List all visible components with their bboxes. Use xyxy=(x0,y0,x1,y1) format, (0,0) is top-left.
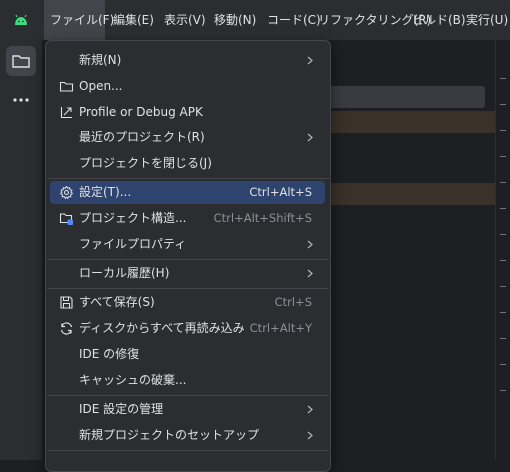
folder-icon xyxy=(59,81,74,92)
menu-item-settings[interactable]: 設定(T)... Ctrl+Alt+S xyxy=(50,181,325,204)
menu-build[interactable]: ビルド(B) xyxy=(412,0,466,40)
chevron-right-icon xyxy=(307,133,313,142)
folder-icon xyxy=(12,55,30,68)
gutter-marker xyxy=(500,104,506,105)
menu-separator xyxy=(47,259,329,260)
project-tool-button[interactable] xyxy=(6,46,36,76)
menu-item-manage-ide-settings[interactable]: IDE 設定の管理 xyxy=(50,398,325,421)
gutter-marker xyxy=(500,182,506,183)
menu-item-close-project[interactable]: プロジェクトを閉じる(J) xyxy=(50,152,325,175)
gutter-marker xyxy=(500,78,506,79)
gutter-marker xyxy=(500,390,506,391)
gutter-marker xyxy=(500,156,506,157)
gutter-marker xyxy=(500,208,506,209)
menu-item-save-all[interactable]: すべて保存(S) Ctrl+S xyxy=(50,291,325,314)
menu-item-new-project-setup[interactable]: 新規プロジェクトのセットアップ xyxy=(50,424,325,447)
gutter-marker xyxy=(500,364,506,365)
chevron-right-icon xyxy=(307,431,313,440)
editor-warning-highlight xyxy=(320,183,495,205)
more-horizontal-icon[interactable] xyxy=(11,95,31,105)
menu-item-invalidate-caches[interactable]: キャッシュの破棄... xyxy=(50,369,325,392)
gutter-marker xyxy=(500,260,506,261)
menu-edit[interactable]: 編集(E) xyxy=(113,0,154,40)
menu-separator xyxy=(47,178,329,179)
menu-run[interactable]: 実行(U) xyxy=(466,0,508,40)
gutter-marker xyxy=(500,312,506,313)
editor-line-highlight xyxy=(320,86,485,108)
main-menu-bar: ファイル(F) 編集(E) 表示(V) 移動(N) コード(C) リファクタリン… xyxy=(0,0,510,40)
gutter-marker xyxy=(500,130,506,131)
menu-item-reload-all-from-disk[interactable]: ディスクからすべて再読み込み Ctrl+Alt+Y xyxy=(50,317,325,340)
menu-item-recent-projects[interactable]: 最近のプロジェクト(R) xyxy=(50,126,325,149)
file-menu-dropdown: 新規(N) Open... Profile or Debug APK 最近のプロ… xyxy=(45,40,331,472)
menu-navigate[interactable]: 移動(N) xyxy=(214,0,256,40)
menu-item-file-properties[interactable]: ファイルプロパティ xyxy=(50,233,325,256)
menu-code[interactable]: コード(C) xyxy=(267,0,321,40)
menu-view[interactable]: 表示(V) xyxy=(164,0,206,40)
gutter-marker xyxy=(500,234,506,235)
menu-item-new[interactable]: 新規(N) xyxy=(50,49,325,72)
reload-icon xyxy=(60,322,73,335)
editor-scroll-gutter[interactable] xyxy=(495,40,510,460)
profile-apk-icon xyxy=(60,107,72,119)
left-tool-window-bar xyxy=(0,40,43,460)
chevron-right-icon xyxy=(307,405,313,414)
save-icon xyxy=(60,296,73,309)
editor-warning-highlight xyxy=(320,111,495,133)
chevron-right-icon xyxy=(307,56,313,65)
menu-item-profile-debug-apk[interactable]: Profile or Debug APK xyxy=(50,101,325,124)
menu-separator xyxy=(47,288,329,289)
android-studio-logo-icon xyxy=(15,14,27,25)
menu-item-local-history[interactable]: ローカル履歴(H) xyxy=(50,262,325,285)
menu-item-open[interactable]: Open... xyxy=(50,75,325,98)
menu-file[interactable]: ファイル(F) xyxy=(44,0,114,40)
chevron-right-icon xyxy=(307,269,313,278)
gutter-marker xyxy=(500,286,506,287)
gutter-marker xyxy=(500,338,506,339)
menu-separator xyxy=(47,395,329,396)
menu-item-repair-ide[interactable]: IDE の修復 xyxy=(50,343,325,366)
menu-separator xyxy=(47,450,329,451)
menu-item-project-structure[interactable]: プロジェクト構造... Ctrl+Alt+Shift+S xyxy=(50,207,325,230)
project-structure-icon xyxy=(59,213,73,225)
chevron-right-icon xyxy=(307,240,313,249)
gear-icon xyxy=(59,185,74,200)
